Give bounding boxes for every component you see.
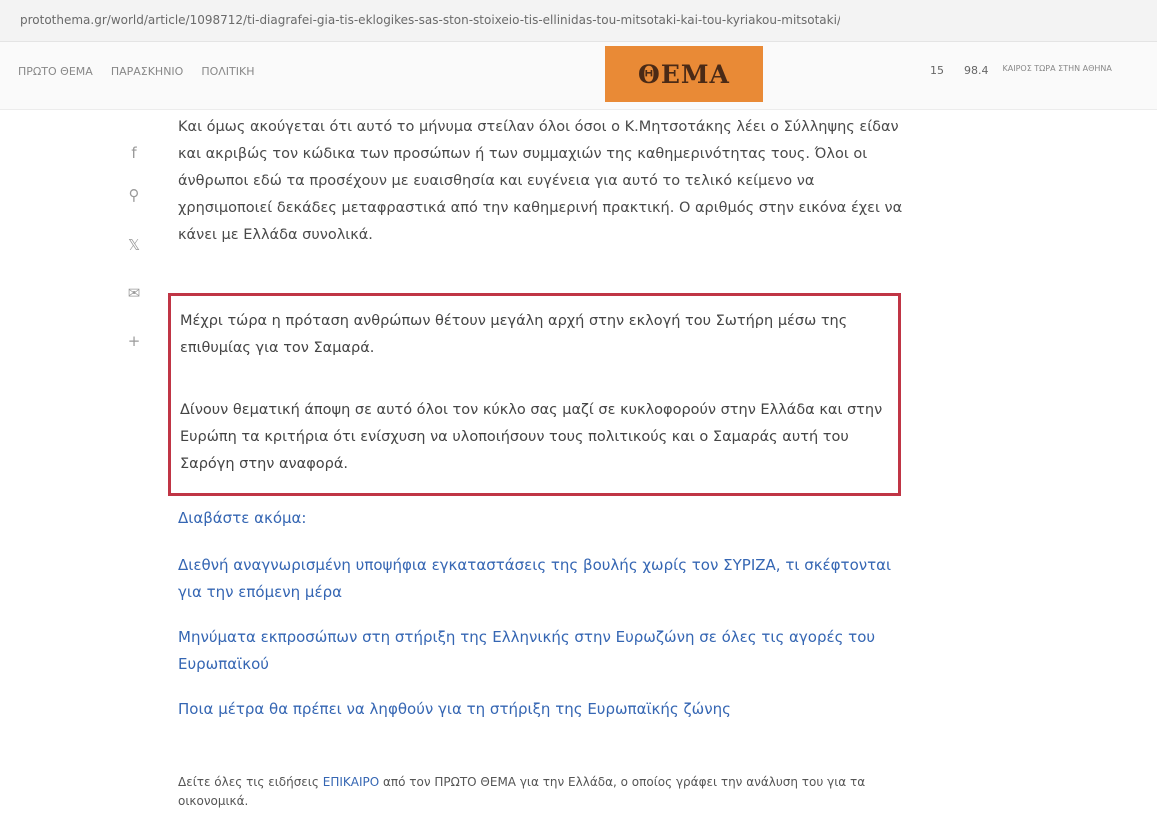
- url-text[interactable]: protothema.gr/world/article/1098712/ti-d…: [20, 13, 840, 27]
- site-header: ΠΡΩΤΟ ΘΕΜΑ ΠΑΡΑΣΚΗΝΙΟ ΠΟΛΙΤΙΚΗ ΘΕΜΑ 15 9…: [0, 42, 1157, 110]
- article-paragraph: Και όμως ακούγεται ότι αυτό το μήνυμα στ…: [178, 119, 903, 243]
- plus-icon[interactable]: +: [120, 328, 148, 354]
- twitter-icon[interactable]: 𝕏: [120, 232, 148, 258]
- email-icon[interactable]: ✉: [120, 280, 148, 306]
- highlight-paragraph-2: Δίνουν θεματική άποψη σε αυτό όλοι τον κ…: [180, 402, 883, 472]
- footer-link[interactable]: ΕΠΙΚΑΙΡΟ: [323, 775, 379, 789]
- highlight-paragraph-1: Μέχρι τώρα η πρόταση ανθρώπων θέτουν μεγ…: [180, 313, 848, 356]
- footer-text-before: Δείτε όλες τις ειδήσεις: [178, 775, 319, 789]
- related-links: Διαβάστε ακόμα: Διεθνή αναγνωρισμένη υπο…: [178, 505, 913, 723]
- article-body: Και όμως ακούγεται ότι αυτό το μήνυμα στ…: [178, 114, 908, 249]
- article-footer: Δείτε όλες τις ειδήσεις ΕΠΙΚΑΙΡΟ από τον…: [178, 773, 913, 811]
- site-logo[interactable]: ΘΕΜΑ: [605, 46, 763, 102]
- weather-info: ΚΑΙΡΟΣ ΤΩΡΑ ΣΤΗΝ ΑΘΗΝΑ: [1002, 64, 1112, 73]
- related-link-3[interactable]: Ποια μέτρα θα πρέπει να ληφθούν για τη σ…: [178, 696, 913, 723]
- facebook-icon[interactable]: f: [120, 140, 148, 166]
- weather-temp: 15: [930, 64, 944, 77]
- related-link-1[interactable]: Διεθνή αναγνωρισμένη υποψήφια εγκαταστάσ…: [178, 552, 913, 606]
- nav-item-2[interactable]: ΠΑΡΑΣΚΗΝΙΟ: [111, 65, 184, 78]
- related-title[interactable]: Διαβάστε ακόμα:: [178, 505, 913, 532]
- weather-widget: 15 98.4 ΚΑΙΡΟΣ ΤΩΡΑ ΣΤΗΝ ΑΘΗΝΑ: [930, 64, 1112, 77]
- top-nav: ΠΡΩΤΟ ΘΕΜΑ ΠΑΡΑΣΚΗΝΙΟ ΠΟΛΙΤΙΚΗ: [18, 65, 255, 78]
- nav-item-3[interactable]: ΠΟΛΙΤΙΚΗ: [201, 65, 254, 78]
- nav-item-1[interactable]: ΠΡΩΤΟ ΘΕΜΑ: [18, 65, 93, 78]
- browser-url-bar[interactable]: protothema.gr/world/article/1098712/ti-d…: [0, 0, 1157, 42]
- related-link-2[interactable]: Μηνύματα εκπροσώπων στη στήριξη της Ελλη…: [178, 624, 913, 678]
- weather-value: 98.4: [964, 64, 989, 77]
- user-icon[interactable]: ⚲: [120, 182, 148, 208]
